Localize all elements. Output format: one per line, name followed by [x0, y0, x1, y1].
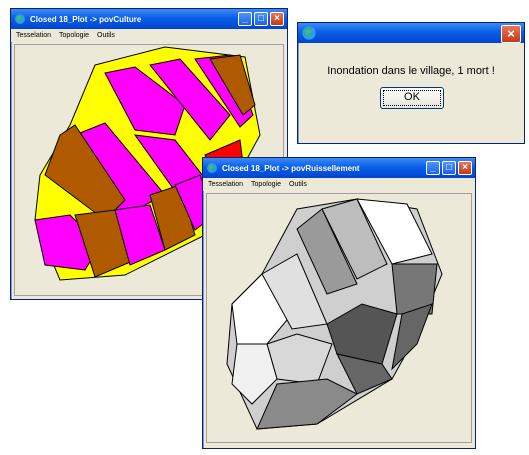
close-icon[interactable]: ×	[458, 161, 472, 175]
minimize-icon[interactable]: _	[238, 12, 252, 26]
globe-icon	[302, 26, 316, 40]
close-icon[interactable]: ×	[501, 25, 521, 43]
menu-tesselation[interactable]: Tesselation	[208, 181, 243, 188]
close-icon[interactable]: ×	[270, 12, 284, 26]
dialog-message: Inondation dans le village, 1 mort !	[327, 65, 495, 77]
minimize-icon[interactable]: _	[426, 161, 440, 175]
culture-title: Closed 18_Plot -> povCulture	[30, 14, 142, 24]
menu-topologie[interactable]: Topologie	[251, 181, 281, 188]
globe-icon	[207, 163, 217, 173]
maximize-icon[interactable]: □	[254, 12, 268, 26]
runoff-map	[226, 198, 443, 430]
ok-button[interactable]: OK	[380, 87, 444, 109]
menu-outils[interactable]: Outils	[289, 181, 307, 188]
runoff-menubar: Tesselation Topologie Outils	[203, 178, 475, 191]
globe-icon	[15, 14, 25, 24]
runoff-title: Closed 18_Plot -> povRuissellement	[222, 163, 360, 173]
runoff-window: Closed 18_Plot -> povRuissellement _ □ ×…	[202, 157, 476, 449]
culture-titlebar[interactable]: Closed 18_Plot -> povCulture _ □ ×	[11, 9, 287, 29]
dialog-body: Inondation dans le village, 1 mort ! OK	[298, 45, 524, 143]
runoff-titlebar[interactable]: Closed 18_Plot -> povRuissellement _ □ ×	[203, 158, 475, 178]
flood-dialog: × Inondation dans le village, 1 mort ! O…	[297, 22, 525, 144]
maximize-icon[interactable]: □	[442, 161, 456, 175]
runoff-map-canvas[interactable]	[206, 193, 472, 443]
menu-topologie[interactable]: Topologie	[59, 32, 89, 39]
menu-tesselation[interactable]: Tesselation	[16, 32, 51, 39]
dialog-titlebar[interactable]: ×	[298, 23, 524, 43]
culture-menubar: Tesselation Topologie Outils	[11, 29, 287, 42]
menu-outils[interactable]: Outils	[97, 32, 115, 39]
